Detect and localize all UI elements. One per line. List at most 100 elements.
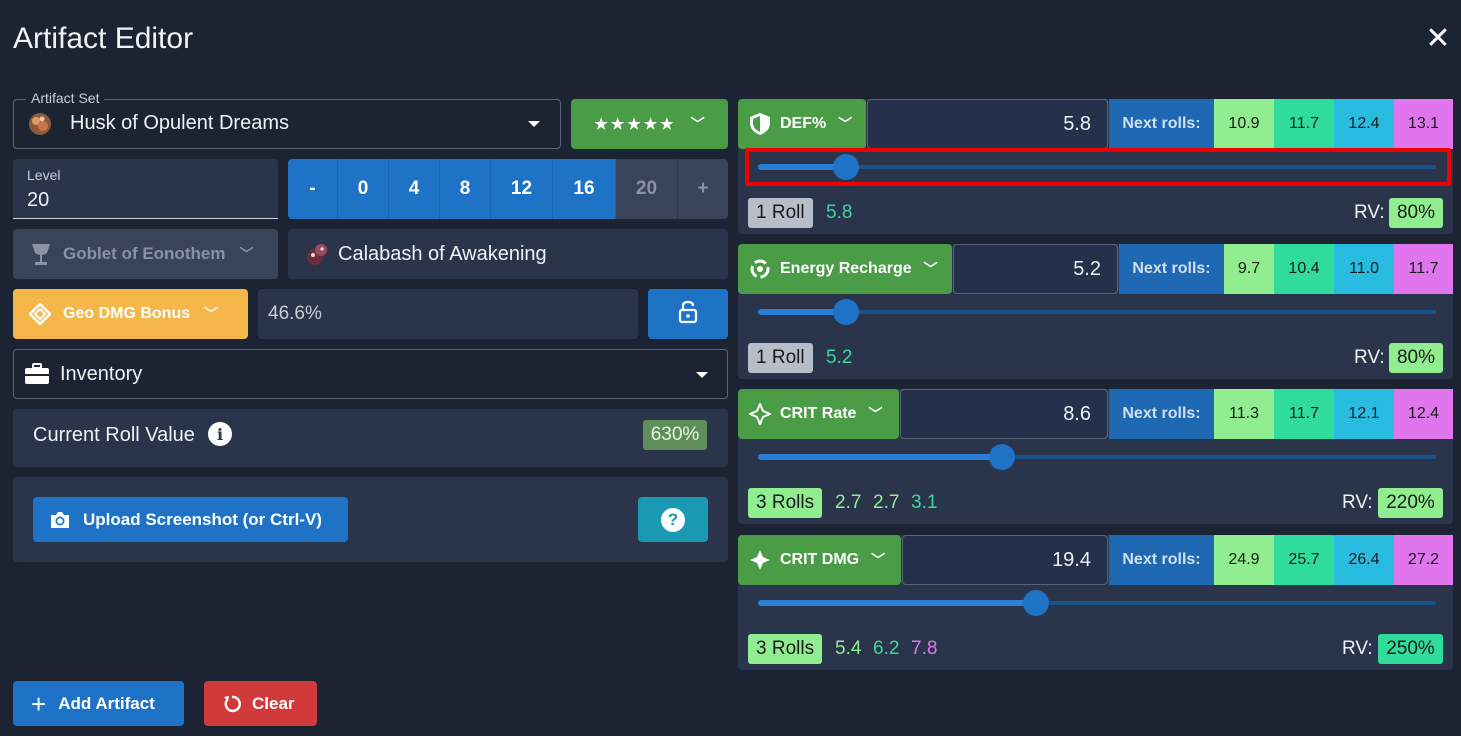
current-roll-value-panel: Current Roll Value i 630%: [13, 409, 728, 467]
next-roll-button[interactable]: 12.1: [1334, 389, 1394, 439]
lock-button[interactable]: [648, 289, 728, 339]
substat-select-def[interactable]: DEF% ﹀: [738, 99, 866, 149]
next-roll-button[interactable]: 11.3: [1214, 389, 1274, 439]
clear-button[interactable]: Clear: [204, 681, 317, 726]
substat-value-field[interactable]: 5.2: [953, 244, 1118, 294]
chevron-down-icon: ﹀: [923, 261, 938, 277]
level-4-button[interactable]: 4: [389, 159, 440, 219]
plus-icon: +: [31, 688, 47, 719]
substat-slider-track[interactable]: [758, 444, 1436, 470]
slot-label: Goblet of Eonothem: [63, 244, 226, 263]
level-0-button[interactable]: 0: [338, 159, 389, 219]
roll-value: 5.8: [826, 202, 853, 223]
rolls-count-badge: 1 Roll: [748, 198, 813, 228]
clear-label: Clear: [252, 693, 295, 713]
level-button-group: - 0 4 8 12 16 20 +: [288, 159, 728, 219]
chevron-down-icon: ﹀: [868, 406, 883, 422]
roll-value: 3.1: [911, 492, 938, 513]
substat-card-crit-dmg: CRIT DMG ﹀ 19.4 Next rolls: 24.9 25.7 26…: [738, 535, 1453, 670]
roll-value: 5.4: [835, 638, 862, 659]
next-roll-button[interactable]: 26.4: [1334, 535, 1394, 585]
next-roll-button[interactable]: 13.1: [1394, 99, 1453, 149]
info-icon[interactable]: i: [208, 422, 232, 446]
substat-select-crit-rate[interactable]: CRIT Rate ﹀: [738, 389, 899, 439]
current-roll-value-label: Current Roll Value: [33, 424, 195, 446]
roll-value: 6.2: [873, 638, 900, 659]
next-roll-button[interactable]: 10.9: [1214, 99, 1274, 149]
next-rolls-label: Next rolls:: [1109, 389, 1214, 439]
rv-badge: 80%: [1389, 343, 1443, 373]
substat-value-field[interactable]: 5.8: [867, 99, 1108, 149]
next-roll-button[interactable]: 25.7: [1274, 535, 1334, 585]
substat-slider-fill: [758, 454, 1002, 460]
rarity-select[interactable]: ★★★★★ ﹀: [571, 99, 728, 149]
next-roll-button[interactable]: 11.7: [1274, 389, 1334, 439]
substat-name: CRIT DMG: [780, 551, 860, 568]
chevron-down-icon: ﹀: [204, 306, 219, 322]
level-value: 20: [27, 189, 50, 211]
crit-dmg-icon: [749, 549, 771, 571]
substat-value-field[interactable]: 8.6: [900, 389, 1108, 439]
substat-slider-thumb[interactable]: [1023, 590, 1049, 616]
level-plus-button[interactable]: +: [678, 159, 728, 219]
location-select[interactable]: Inventory: [13, 349, 728, 399]
next-roll-button[interactable]: 11.0: [1334, 244, 1394, 294]
main-stat-select[interactable]: Geo DMG Bonus ﹀: [13, 289, 248, 339]
substat-slider-track[interactable]: [758, 299, 1436, 325]
next-roll-button[interactable]: 10.4: [1274, 244, 1334, 294]
level-field[interactable]: Level 20: [13, 159, 278, 219]
camera-icon: [49, 510, 71, 530]
roll-value: 2.7: [873, 492, 900, 513]
substat-select-er[interactable]: Energy Recharge ﹀: [738, 244, 952, 294]
upload-screenshot-button[interactable]: Upload Screenshot (or Ctrl-V): [33, 497, 348, 542]
chevron-down-icon: ﹀: [871, 552, 886, 568]
next-roll-button[interactable]: 12.4: [1334, 99, 1394, 149]
next-roll-button[interactable]: 11.7: [1394, 244, 1453, 294]
briefcase-icon: [24, 363, 50, 385]
dialog-title: Artifact Editor: [13, 22, 194, 55]
help-button[interactable]: ?: [638, 497, 708, 542]
substat-slider-thumb[interactable]: [989, 444, 1015, 470]
add-artifact-label: Add Artifact: [58, 693, 155, 713]
crit-rate-icon: [747, 401, 773, 427]
chevron-down-icon: ﹀: [690, 116, 705, 132]
add-artifact-button[interactable]: + Add Artifact: [13, 681, 184, 726]
next-rolls-label: Next rolls:: [1119, 244, 1224, 294]
rv-label: RV:: [1342, 492, 1373, 513]
main-stat-value: 46.6%: [258, 289, 638, 339]
level-label: Level: [27, 167, 61, 183]
rv-label: RV:: [1342, 638, 1373, 659]
artifact-set-name: Husk of Opulent Dreams: [70, 112, 289, 134]
substat-slider-thumb[interactable]: [833, 299, 859, 325]
artifact-set-legend: Artifact Set: [26, 90, 105, 106]
level-12-button[interactable]: 12: [491, 159, 553, 219]
next-roll-button[interactable]: 12.4: [1394, 389, 1453, 439]
substat-name: Energy Recharge: [780, 260, 912, 277]
calabash-icon: [304, 240, 332, 268]
substat-slider-track[interactable]: [758, 590, 1436, 616]
close-icon[interactable]: ✕: [1425, 24, 1451, 54]
substat-select-crit-dmg[interactable]: CRIT DMG ﹀: [738, 535, 901, 585]
rv-badge: 80%: [1389, 198, 1443, 228]
next-roll-button[interactable]: 9.7: [1224, 244, 1274, 294]
next-roll-button[interactable]: 11.7: [1274, 99, 1334, 149]
substat-name: CRIT Rate: [780, 405, 857, 422]
roll-value: 7.8: [911, 638, 938, 659]
level-8-button[interactable]: 8: [440, 159, 491, 219]
next-roll-button[interactable]: 24.9: [1214, 535, 1274, 585]
upload-label: Upload Screenshot (or Ctrl-V): [83, 509, 322, 529]
current-roll-value-badge: 630%: [643, 420, 707, 450]
level-minus-button[interactable]: -: [288, 159, 338, 219]
energy-recharge-icon: [749, 258, 771, 280]
substat-value-field[interactable]: 19.4: [902, 535, 1108, 585]
goblet-icon: [29, 241, 53, 267]
level-20-button[interactable]: 20: [616, 159, 678, 219]
artifact-name-field[interactable]: Calabash of Awakening: [288, 229, 728, 279]
level-16-button[interactable]: 16: [553, 159, 616, 219]
next-roll-button[interactable]: 27.2: [1394, 535, 1453, 585]
artifact-set-icon: [26, 110, 54, 138]
substat-card-crit-rate: CRIT Rate ﹀ 8.6 Next rolls: 11.3 11.7 12…: [738, 389, 1453, 524]
highlight-box: [745, 148, 1451, 186]
chevron-down-icon: [528, 121, 540, 127]
slot-select[interactable]: Goblet of Eonothem ﹀: [13, 229, 278, 279]
